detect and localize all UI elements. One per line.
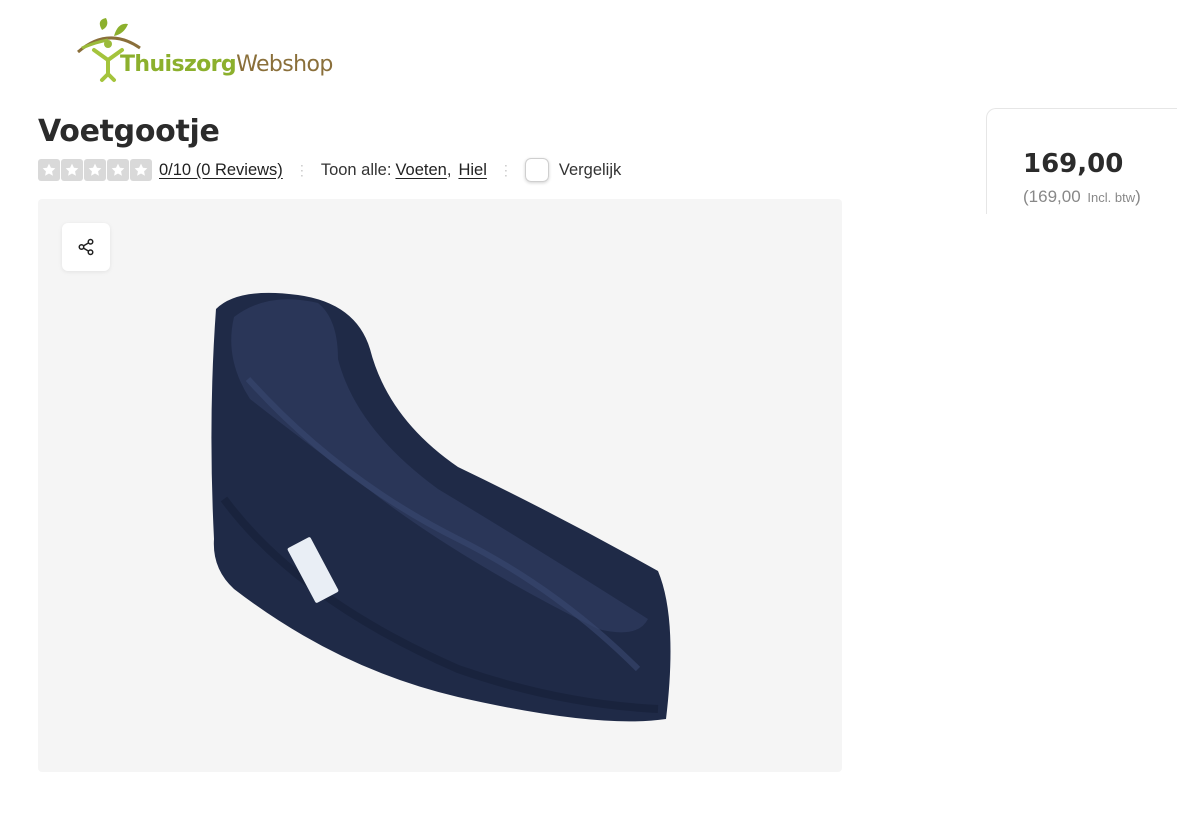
compare-checkbox[interactable] — [524, 158, 549, 182]
logo-text-thuiszorg: Thuiszorg — [120, 52, 237, 77]
product-title: Voetgootje — [38, 114, 220, 149]
price-incl-close: ) — [1135, 187, 1141, 206]
show-all-label: Toon alle: — [320, 160, 392, 179]
compare-label[interactable]: Vergelijk — [559, 161, 621, 180]
category-link-voeten[interactable]: Voeten — [395, 161, 446, 180]
category-separator: , — [446, 160, 452, 179]
reviews-link[interactable]: 0/10 (0 Reviews) — [159, 161, 283, 180]
share-button[interactable] — [62, 223, 110, 271]
price-incl-amount: (169,00 — [1023, 187, 1081, 206]
share-icon — [78, 238, 94, 256]
price-incl-vat: (169,00 Incl. btw) — [1023, 187, 1141, 207]
star-icon — [61, 159, 83, 181]
logo-text-webshop: Webshop — [236, 52, 333, 77]
price-incl-label: Incl. btw — [1087, 190, 1136, 205]
star-icon — [130, 159, 152, 181]
product-meta-row: 0/10 (0 Reviews) ⋮ Toon alle: Voeten, Hi… — [38, 156, 621, 184]
price-amount: 169,00 — [1023, 149, 1124, 179]
price-card: 169,00 (169,00 Incl. btw) — [986, 108, 1177, 214]
product-image[interactable] — [38, 199, 842, 772]
star-icon — [38, 159, 60, 181]
meta-divider: ⋮ — [498, 161, 513, 178]
star-icon — [107, 159, 129, 181]
product-gallery — [38, 199, 842, 772]
logo-wordmark[interactable]: ThuiszorgWebshop — [120, 52, 333, 77]
star-icon — [84, 159, 106, 181]
category-link-hiel[interactable]: Hiel — [458, 161, 486, 180]
meta-divider: ⋮ — [294, 161, 309, 178]
rating-stars — [38, 159, 152, 181]
